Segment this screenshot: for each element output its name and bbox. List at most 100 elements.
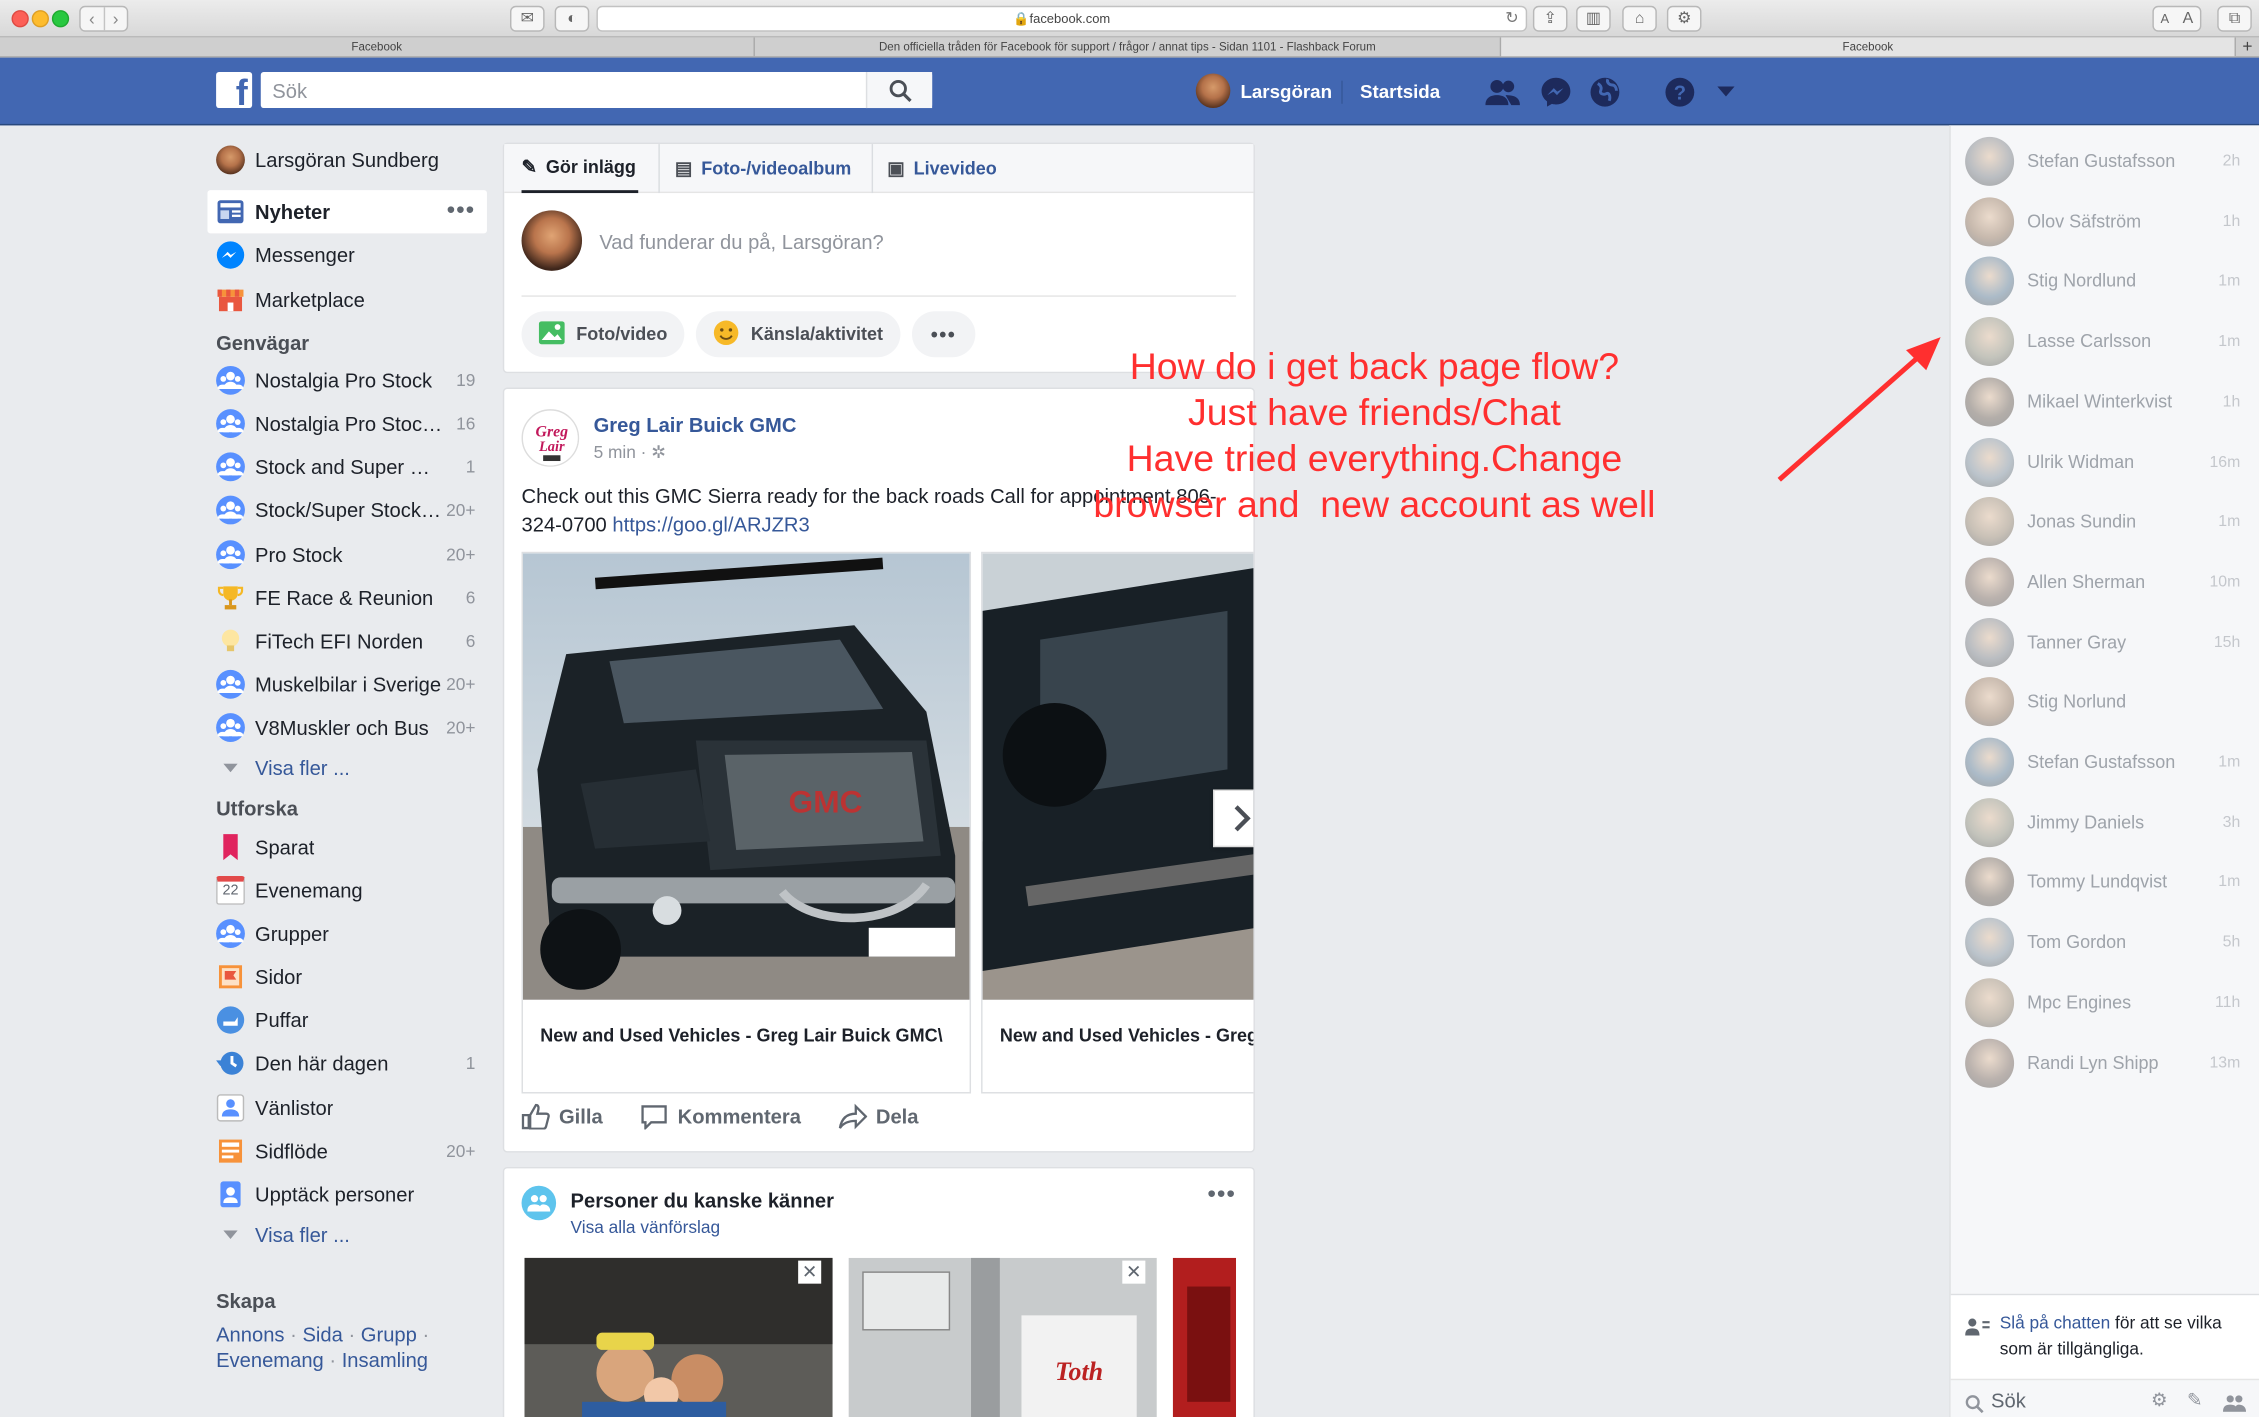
gear-icon[interactable]: ⚙ bbox=[2151, 1389, 2168, 1412]
tab-flashback[interactable]: Den officiella tråden för Facebook för s… bbox=[755, 37, 1502, 57]
create-page-link[interactable]: Sida bbox=[302, 1323, 342, 1346]
create-ad-link[interactable]: Annons bbox=[216, 1323, 284, 1346]
sidebar-item-discover-people[interactable]: Upptäck personer bbox=[207, 1173, 486, 1216]
chat-contact[interactable]: Jonas Sundin 1m bbox=[1951, 492, 2259, 553]
more-options-icon[interactable]: ••• bbox=[1208, 1183, 1237, 1209]
zoom-window-button[interactable] bbox=[51, 10, 70, 28]
search-input[interactable] bbox=[260, 72, 863, 109]
sidebar-item-messenger[interactable]: Messenger bbox=[207, 234, 486, 277]
sidebar-item-groups[interactable]: Grupper bbox=[207, 912, 486, 955]
chat-contact[interactable]: Stefan Gustafsson 2h bbox=[1951, 131, 2259, 192]
sidebar-item-shortcut[interactable]: Stock/Super Stock ... 20+ bbox=[207, 489, 486, 532]
suggestion-photo[interactable] bbox=[1172, 1257, 1237, 1417]
sidebar-item-shortcut[interactable]: Nostalgia Pro Stock 19 bbox=[207, 358, 486, 401]
composer-body[interactable]: Vad funderar du på, Larsgöran? bbox=[521, 193, 1237, 297]
chat-contact[interactable]: Tom Gordon 5h bbox=[1951, 912, 2259, 973]
privacy-icon[interactable]: ◐ bbox=[554, 5, 590, 32]
close-window-button[interactable] bbox=[11, 10, 29, 28]
photo-video-button[interactable]: Foto/video bbox=[521, 311, 685, 358]
tab-facebook-active[interactable]: Facebook bbox=[1501, 37, 2236, 57]
settings-gear-icon[interactable]: ⚙ bbox=[1666, 5, 1702, 32]
sidebar-item-memories[interactable]: Den här dagen 1 bbox=[207, 1042, 486, 1085]
sidebar-item-shortcut[interactable]: Stock and Super St... 1 bbox=[207, 445, 486, 488]
minimize-window-button[interactable] bbox=[31, 10, 49, 28]
reload-icon[interactable]: ↻ bbox=[1505, 7, 1518, 30]
feeling-activity-button[interactable]: Känsla/aktivitet bbox=[696, 311, 901, 358]
sidebar-item-pages-feed[interactable]: Sidflöde 20+ bbox=[207, 1129, 486, 1172]
chat-contact[interactable]: Olov Säfström 1h bbox=[1951, 191, 2259, 252]
chat-contact[interactable]: Stefan Gustafsson 1m bbox=[1951, 732, 2259, 793]
chat-contact[interactable]: Mpc Engines 11h bbox=[1951, 972, 2259, 1033]
sidebar-item-news-feed[interactable]: Nyheter ••• bbox=[207, 190, 487, 234]
tab-facebook-1[interactable]: Facebook bbox=[0, 37, 755, 57]
see-all-suggestions-link[interactable]: Visa alla vänförslag bbox=[571, 1217, 721, 1237]
suggestion-photo[interactable]: Toth bbox=[848, 1257, 1157, 1417]
sidebar-item-shortcut[interactable]: FiTech EFI Norden 6 bbox=[207, 619, 486, 662]
chat-contact[interactable]: Jimmy Daniels 3h bbox=[1951, 792, 2259, 853]
page-avatar[interactable]: Greg Lair bbox=[521, 409, 580, 467]
chat-contact[interactable]: Stig Norlund bbox=[1951, 672, 2259, 733]
create-fundraiser-link[interactable]: Insamling bbox=[342, 1348, 428, 1371]
like-button[interactable]: Gilla bbox=[521, 1103, 603, 1130]
share-button[interactable]: Dela bbox=[838, 1103, 918, 1130]
dismiss-suggestion-icon[interactable]: ✕ bbox=[798, 1260, 822, 1284]
comment-button[interactable]: Kommentera bbox=[640, 1104, 801, 1130]
sidebar-item-pages[interactable]: Sidor bbox=[207, 955, 486, 998]
sidebar-item-saved[interactable]: Sparat bbox=[207, 825, 486, 868]
text-larger-button[interactable]: A bbox=[2183, 7, 2194, 30]
chat-contact[interactable]: Lasse Carlsson 1m bbox=[1951, 311, 2259, 372]
new-message-icon[interactable]: ✎ bbox=[2187, 1389, 2203, 1412]
more-options-icon[interactable]: ••• bbox=[911, 311, 976, 358]
chat-contact[interactable]: Tanner Gray 15h bbox=[1951, 612, 2259, 673]
tab-photo-album[interactable]: ▤ Foto-/videoalbum bbox=[658, 143, 851, 193]
sidebar-item-shortcut[interactable]: Pro Stock 20+ bbox=[207, 532, 486, 575]
tab-live-video[interactable]: ▣ Livevideo bbox=[871, 143, 997, 193]
more-options-icon[interactable]: ••• bbox=[447, 199, 476, 225]
chat-contact[interactable]: Randi Lyn Shipp 13m bbox=[1951, 1032, 2259, 1093]
sidebar-item-pokes[interactable]: Puffar bbox=[207, 999, 486, 1042]
new-tab-icon[interactable]: + bbox=[2236, 37, 2259, 56]
suggestion-photo[interactable] bbox=[524, 1257, 833, 1417]
sidebar-item-events[interactable]: 22 Evenemang bbox=[207, 868, 486, 911]
chat-contact[interactable]: Tommy Lundqvist 1m bbox=[1951, 852, 2259, 913]
composer-placeholder[interactable]: Vad funderar du på, Larsgöran? bbox=[599, 231, 883, 254]
messenger-icon[interactable] bbox=[1539, 75, 1574, 110]
explore-see-more[interactable]: Visa fler ... bbox=[207, 1216, 486, 1253]
friend-requests-icon[interactable] bbox=[1485, 75, 1520, 110]
chat-contact[interactable]: Allen Sherman 10m bbox=[1951, 552, 2259, 613]
create-group-icon[interactable] bbox=[2223, 1389, 2247, 1417]
tabs-overview-icon[interactable]: ⧉ bbox=[2217, 5, 2252, 32]
sidebar-item-shortcut[interactable]: V8Muskler och Bus 20+ bbox=[207, 706, 486, 749]
mail-icon[interactable]: ✉ bbox=[510, 5, 545, 32]
text-smaller-button[interactable]: A bbox=[2161, 7, 2170, 30]
post-timestamp[interactable]: 5 min · ✲ bbox=[594, 442, 666, 462]
sidebar-item-shortcut[interactable]: Muskelbilar i Sverige 20+ bbox=[207, 663, 486, 706]
search-button[interactable] bbox=[865, 72, 933, 109]
sidebar-icon[interactable]: ▥ bbox=[1576, 5, 1611, 32]
chat-contact[interactable]: Stig Nordlund 1m bbox=[1951, 251, 2259, 312]
home-icon[interactable]: ⌂ bbox=[1622, 5, 1657, 32]
profile-link[interactable]: Larsgöran bbox=[1195, 73, 1332, 109]
post-author[interactable]: Greg Lair Buick GMC bbox=[594, 413, 797, 436]
share-icon[interactable]: ⇪ bbox=[1532, 5, 1568, 32]
help-icon[interactable]: ? bbox=[1663, 75, 1698, 110]
account-dropdown-icon[interactable] bbox=[1709, 75, 1744, 110]
facebook-logo[interactable]: f bbox=[216, 72, 253, 109]
post-link[interactable]: https://goo.gl/ARJZR3 bbox=[612, 513, 809, 536]
sidebar-item-shortcut[interactable]: Nostalgia Pro Stock... 16 bbox=[207, 402, 486, 445]
carousel-card[interactable]: GMC New and Used Vehicles - Greg Lair Bu… bbox=[521, 551, 972, 1094]
notifications-globe-icon[interactable] bbox=[1588, 75, 1623, 110]
chat-contact[interactable]: Mikael Winterkvist 1h bbox=[1951, 371, 2259, 432]
chat-search-input[interactable] bbox=[1991, 1385, 2136, 1415]
sidebar-profile[interactable]: Larsgöran Sundberg bbox=[207, 138, 486, 181]
turn-on-chat-link[interactable]: Slå på chatten bbox=[2000, 1312, 2111, 1332]
address-bar[interactable]: 🔒facebook.com ↻ bbox=[596, 5, 1528, 32]
sidebar-item-shortcut[interactable]: FE Race & Reunion 6 bbox=[207, 576, 486, 619]
create-event-link[interactable]: Evenemang bbox=[216, 1348, 324, 1371]
carousel-next-button[interactable] bbox=[1213, 789, 1254, 848]
forward-icon[interactable]: › bbox=[103, 7, 127, 31]
text-size-buttons[interactable]: A A bbox=[2152, 5, 2202, 32]
home-link[interactable]: Startsida bbox=[1360, 81, 1440, 103]
shortcuts-see-more[interactable]: Visa fler ... bbox=[207, 750, 486, 787]
create-group-link[interactable]: Grupp bbox=[361, 1323, 417, 1346]
